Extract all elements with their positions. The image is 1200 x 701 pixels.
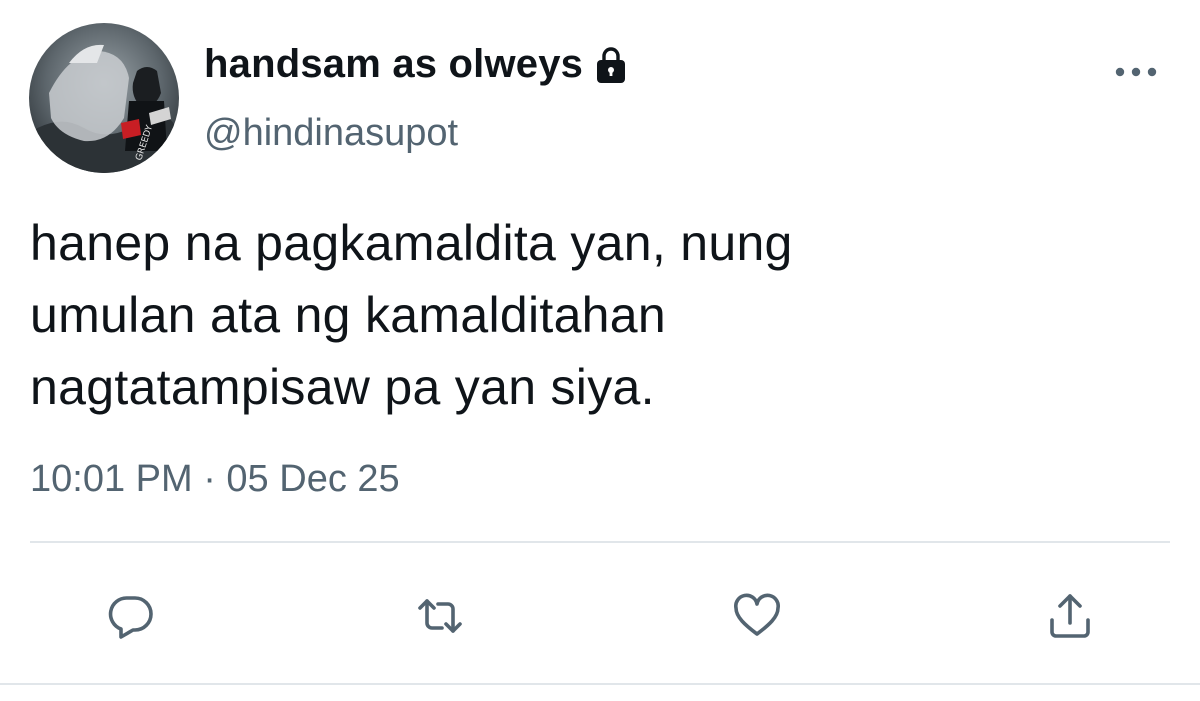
tweet-timestamp[interactable]: 10:01 PM · 05 Dec 25 [30,458,400,501]
lock-icon [593,45,629,85]
tweet-text-line: hanep na pagkamaldita yan, nung [30,215,793,271]
retweet-button[interactable] [412,588,468,644]
divider [30,541,1170,543]
reply-button[interactable] [103,588,159,644]
avatar-image: GREEDY [29,23,179,173]
tweet-text-line: umulan ata ng kamalditahan [30,287,666,343]
like-button[interactable] [729,588,785,644]
retweet-icon [418,599,462,633]
divider [0,683,1200,685]
display-name[interactable]: handsam as olweys [204,42,583,87]
reply-icon [108,596,153,639]
avatar[interactable]: GREEDY [29,23,179,173]
more-horizontal-icon[interactable] [1112,58,1160,86]
tweet-text: hanep na pagkamaldita yan, nung umulan a… [30,207,1160,423]
tweet-text-line: nagtatampisaw pa yan siya. [30,359,655,415]
tweet-card: GREEDY handsam as olweys @hindinasupot h… [0,0,1200,701]
user-name-row: handsam as olweys [204,38,629,90]
user-handle[interactable]: @hindinasupot [204,112,458,155]
heart-icon [734,593,780,636]
share-button[interactable] [1042,588,1098,644]
share-icon [1050,594,1090,638]
